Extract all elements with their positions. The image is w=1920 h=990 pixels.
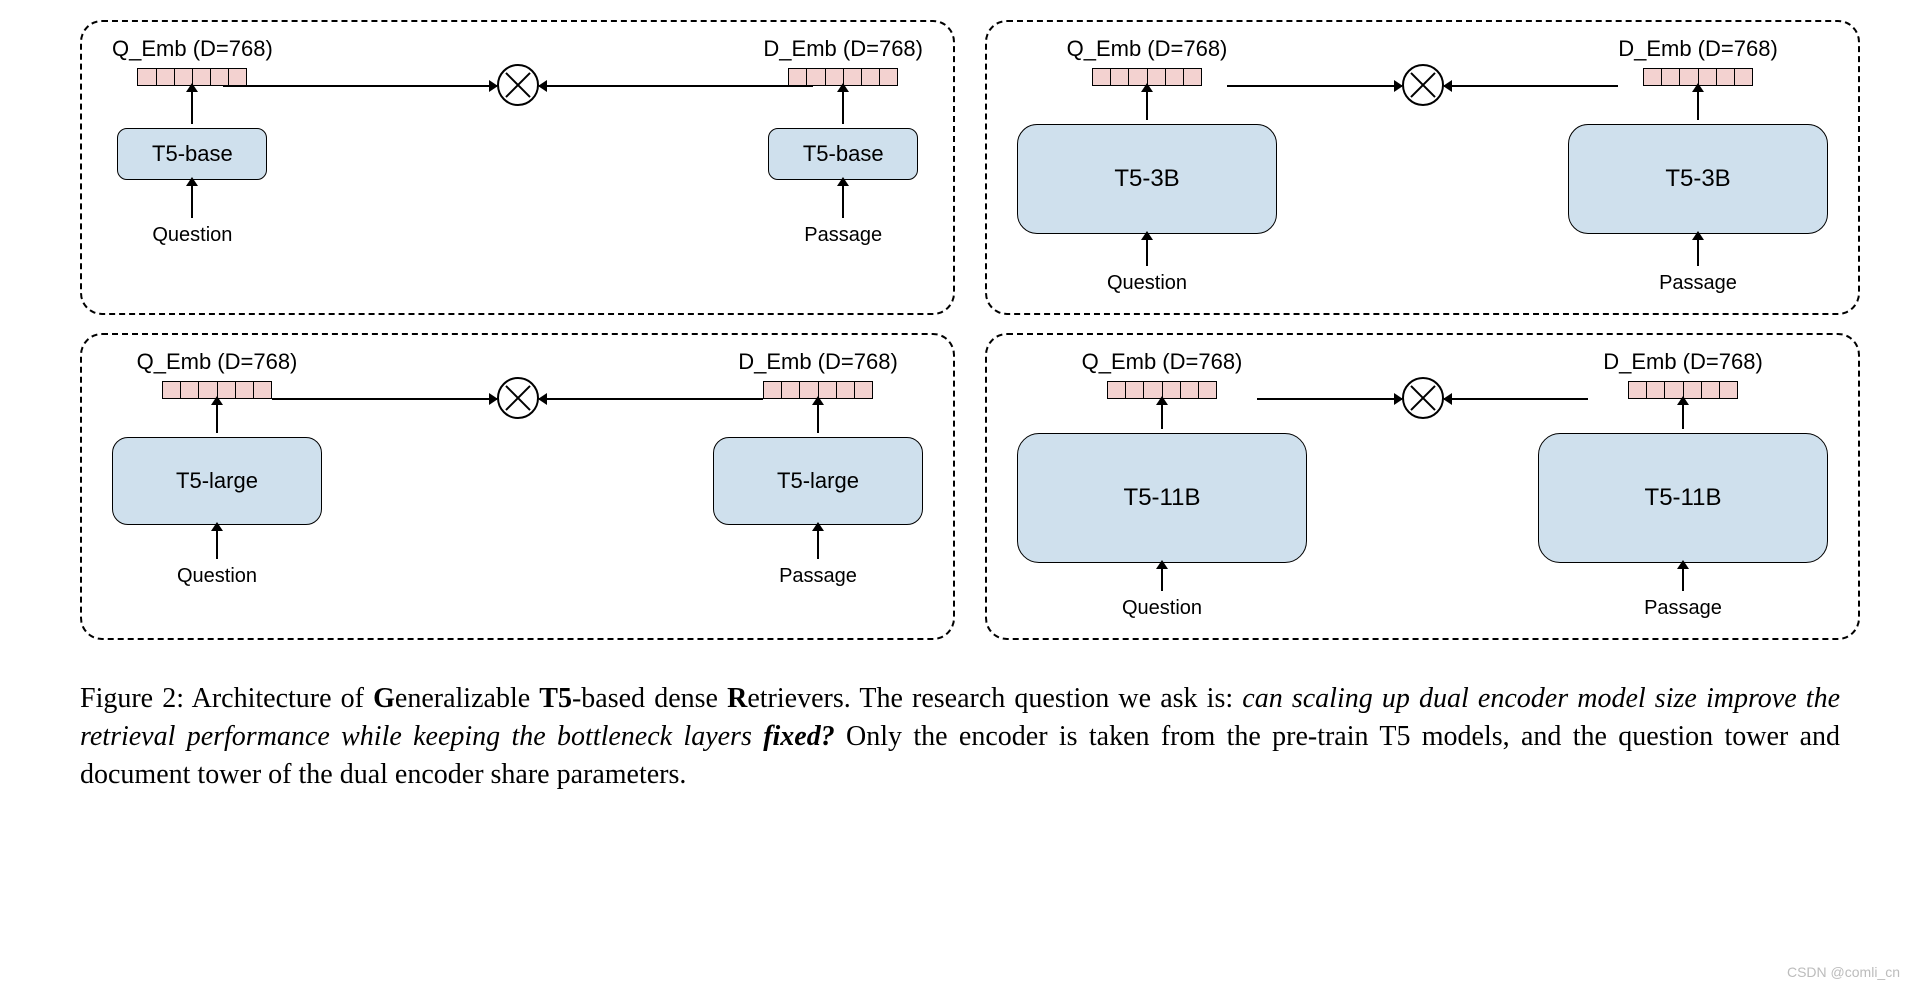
encoder-box: T5-large [713,437,923,525]
passage-label: Passage [779,565,857,588]
caption-bold: R [727,683,747,714]
arrow-icon [1146,90,1148,120]
d-emb-label: D_Emb (D=768) [1618,36,1778,62]
q-emb-label: Q_Emb (D=768) [1067,36,1228,62]
arrow-icon [1161,403,1163,429]
encoder-box: T5-11B [1538,433,1828,563]
tensor-product-icon [1402,64,1444,106]
arrow-icon [216,403,218,433]
passage-tower: D_Emb (D=768) T5-11B Passage [1538,349,1828,620]
caption-bold: G [373,683,395,714]
encoder-box: T5-base [768,128,918,180]
arrow-icon [1697,238,1699,266]
interaction-col [1317,349,1528,419]
passage-label: Passage [1659,272,1737,295]
passage-label: Passage [804,224,882,247]
connector-left [272,398,497,400]
interaction-col [1287,36,1558,106]
passage-tower: D_Emb (D=768) T5-large Passage [713,349,923,588]
d-emb-label: D_Emb (D=768) [1603,349,1763,375]
caption-bold-italic: fixed? [763,721,835,752]
encoder-box: T5-11B [1017,433,1307,563]
arrow-icon [191,90,193,124]
caption-text: Figure 2: Architecture of [80,683,373,714]
question-tower: Q_Emb (D=768) T5-11B Question [1017,349,1307,620]
d-emb-label: D_Emb (D=768) [763,36,923,62]
interaction-col [283,36,754,106]
encoder-box: T5-base [117,128,267,180]
arrow-icon [1682,403,1684,429]
arrow-icon [1146,238,1148,266]
question-label: Question [1107,272,1187,295]
question-label: Question [152,224,232,247]
encoder-box: T5-3B [1568,124,1828,234]
watermark: CSDN @comli_cn [1787,964,1900,980]
caption-text: -based dense [572,683,727,714]
tensor-product-icon [497,64,539,106]
arrow-icon [842,184,844,218]
panel-t5-3b: Q_Emb (D=768) T5-3B Question D_Emb (D=76… [985,20,1860,315]
d-emb-label: D_Emb (D=768) [738,349,898,375]
caption-text: eneralizable [395,683,539,714]
panel-t5-large: Q_Emb (D=768) T5-large Question D_Emb (D… [80,333,955,640]
connector-left [1257,398,1402,400]
figure-caption: Figure 2: Architecture of Generalizable … [80,680,1840,793]
question-label: Question [1122,597,1202,620]
q-emb-label: Q_Emb (D=768) [1082,349,1243,375]
question-tower: Q_Emb (D=768) T5-3B Question [1017,36,1277,295]
q-emb-label: Q_Emb (D=768) [137,349,298,375]
encoder-box: T5-large [112,437,322,525]
interaction-col [332,349,703,419]
arrow-icon [1697,90,1699,120]
question-tower: Q_Emb (D=768) T5-base Question [112,36,273,247]
panel-t5-base: Q_Emb (D=768) T5-base Question D_Emb (D=… [80,20,955,315]
connector-left [223,85,497,87]
arrow-icon [1161,567,1163,591]
question-label: Question [177,565,257,588]
arrow-icon [191,184,193,218]
arrow-icon [842,90,844,124]
tensor-product-icon [497,377,539,419]
passage-tower: D_Emb (D=768) T5-3B Passage [1568,36,1828,295]
passage-label: Passage [1644,597,1722,620]
arrow-icon [817,529,819,559]
q-emb-label: Q_Emb (D=768) [112,36,273,62]
panel-t5-11b: Q_Emb (D=768) T5-11B Question D_Emb (D=7… [985,333,1860,640]
connector-left [1227,85,1402,87]
arrow-icon [1682,567,1684,591]
encoder-box: T5-3B [1017,124,1277,234]
arrow-icon [817,403,819,433]
question-tower: Q_Emb (D=768) T5-large Question [112,349,322,588]
caption-bold: T5 [539,683,572,714]
passage-tower: D_Emb (D=768) T5-base Passage [763,36,923,247]
arrow-icon [216,529,218,559]
caption-text: etrievers. The research question we ask … [747,683,1242,714]
diagram-grid: Q_Emb (D=768) T5-base Question D_Emb (D=… [80,20,1860,640]
tensor-product-icon [1402,377,1444,419]
